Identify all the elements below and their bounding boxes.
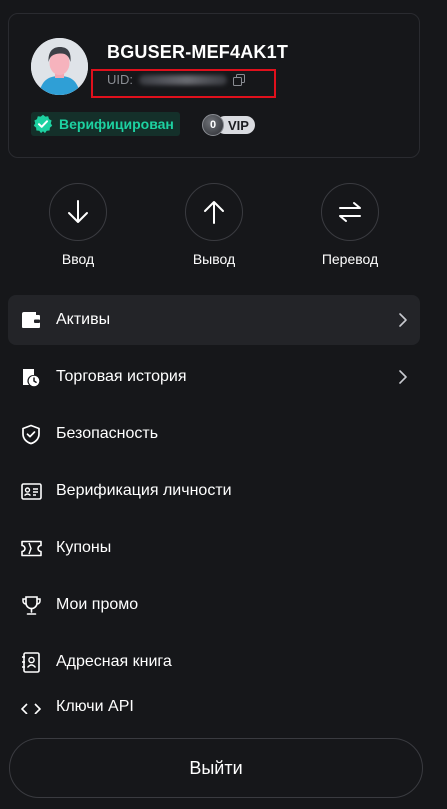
menu-item-assets[interactable]: Активы xyxy=(8,295,420,345)
menu-label-assets: Активы xyxy=(56,311,111,328)
menu-label-coupons: Купоны xyxy=(56,539,112,556)
contacts-icon xyxy=(20,651,42,673)
profile-card: BGUSER-MEF4AK1T UID: Верифицирован 0 VIP xyxy=(8,13,420,158)
transfer-label: Перевод xyxy=(321,251,379,267)
deposit-button[interactable]: Ввод xyxy=(23,183,133,267)
uid-label: UID: xyxy=(107,72,133,87)
avatar[interactable] xyxy=(31,38,88,95)
menu-label-identity-verification: Верификация личности xyxy=(56,482,232,499)
id-card-icon xyxy=(20,480,42,502)
transfer-button[interactable]: Перевод xyxy=(295,183,405,267)
trophy-icon xyxy=(20,594,42,616)
arrow-down-icon xyxy=(49,183,107,241)
menu-item-coupons[interactable]: Купоны xyxy=(8,523,420,573)
menu-item-trade-history[interactable]: Торговая история xyxy=(8,352,420,402)
deposit-label: Ввод xyxy=(61,251,95,267)
vip-level-icon: 0 xyxy=(202,114,224,136)
ticket-icon xyxy=(20,537,42,559)
arrow-up-icon xyxy=(185,183,243,241)
chevron-right-icon xyxy=(398,312,408,328)
menu-label-address-book: Адресная книга xyxy=(56,653,172,670)
chevron-right-icon xyxy=(398,369,408,385)
vip-badge[interactable]: 0 VIP xyxy=(202,114,255,136)
withdraw-button[interactable]: Вывод xyxy=(159,183,269,267)
quick-actions: Ввод Вывод Перевод xyxy=(0,183,447,273)
transfer-icon xyxy=(321,183,379,241)
verified-badge[interactable]: Верифицирован xyxy=(31,112,180,136)
username: BGUSER-MEF4AK1T xyxy=(107,42,289,62)
menu-item-security[interactable]: Безопасность xyxy=(8,409,420,459)
logout-area: Выйти xyxy=(0,722,447,809)
menu-label-my-promo: Мои промо xyxy=(56,596,139,613)
verified-check-icon xyxy=(33,114,53,134)
api-icon xyxy=(20,698,42,714)
menu-label-security: Безопасность xyxy=(56,425,159,442)
menu-item-my-promo[interactable]: Мои промо xyxy=(8,580,420,630)
uid-row: UID: xyxy=(107,72,245,87)
copy-icon[interactable] xyxy=(233,73,245,86)
menu-item-address-book[interactable]: Адресная книга xyxy=(8,637,420,687)
menu-item-api[interactable]: Ключи API xyxy=(8,694,420,714)
shield-icon xyxy=(20,423,42,445)
verified-label: Верифицирован xyxy=(59,116,174,132)
account-menu: Активы Торговая история Безопасность Вер… xyxy=(8,295,420,721)
withdraw-label: Вывод xyxy=(192,251,236,267)
menu-label-trade-history: Торговая история xyxy=(56,368,187,385)
menu-item-identity-verification[interactable]: Верификация личности xyxy=(8,466,420,516)
wallet-icon xyxy=(20,309,42,331)
menu-label-api: Ключи API xyxy=(56,698,134,714)
uid-value-blurred xyxy=(139,74,227,85)
history-icon xyxy=(20,366,42,388)
account-menu-screen: BGUSER-MEF4AK1T UID: Верифицирован 0 VIP… xyxy=(0,0,447,809)
logout-button[interactable]: Выйти xyxy=(9,738,423,798)
